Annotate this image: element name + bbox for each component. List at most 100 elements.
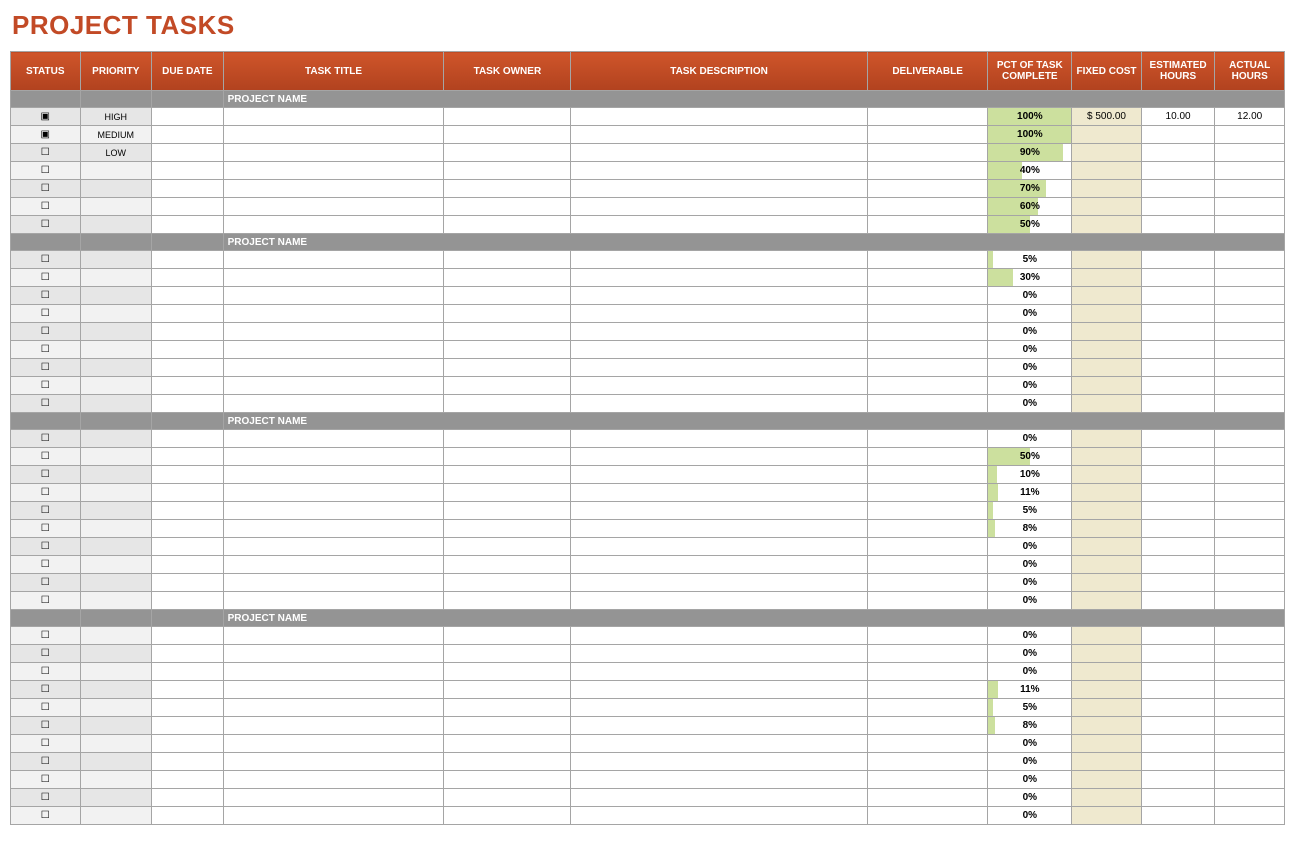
task-description-cell[interactable]	[571, 574, 868, 592]
fixed-cost-cell[interactable]	[1072, 699, 1142, 717]
status-checkbox[interactable]: ☐	[11, 251, 81, 269]
due-date-cell[interactable]	[152, 395, 224, 413]
task-description-cell[interactable]	[571, 144, 868, 162]
deliverable-cell[interactable]	[867, 144, 988, 162]
estimated-hours-cell[interactable]	[1141, 502, 1215, 520]
actual-hours-cell[interactable]	[1215, 162, 1285, 180]
task-description-cell[interactable]	[571, 807, 868, 825]
fixed-cost-cell[interactable]	[1072, 377, 1142, 395]
task-description-cell[interactable]	[571, 287, 868, 305]
fixed-cost-cell[interactable]	[1072, 216, 1142, 234]
task-owner-cell[interactable]	[444, 341, 571, 359]
due-date-cell[interactable]	[152, 627, 224, 645]
priority-cell[interactable]	[80, 359, 152, 377]
due-date-cell[interactable]	[152, 162, 224, 180]
status-checkbox[interactable]: ☐	[11, 448, 81, 466]
due-date-cell[interactable]	[152, 592, 224, 610]
priority-cell[interactable]	[80, 180, 152, 198]
status-checkbox[interactable]: ☐	[11, 377, 81, 395]
estimated-hours-cell[interactable]	[1141, 323, 1215, 341]
fixed-cost-cell[interactable]	[1072, 556, 1142, 574]
task-owner-cell[interactable]	[444, 789, 571, 807]
due-date-cell[interactable]	[152, 484, 224, 502]
fixed-cost-cell[interactable]	[1072, 287, 1142, 305]
priority-cell[interactable]	[80, 645, 152, 663]
deliverable-cell[interactable]	[867, 359, 988, 377]
task-owner-cell[interactable]	[444, 198, 571, 216]
status-checkbox[interactable]: ☐	[11, 717, 81, 735]
task-description-cell[interactable]	[571, 341, 868, 359]
deliverable-cell[interactable]	[867, 430, 988, 448]
actual-hours-cell[interactable]	[1215, 448, 1285, 466]
pct-complete-cell[interactable]: 5%	[988, 699, 1072, 717]
fixed-cost-cell[interactable]	[1072, 538, 1142, 556]
deliverable-cell[interactable]	[867, 448, 988, 466]
due-date-cell[interactable]	[152, 538, 224, 556]
task-description-cell[interactable]	[571, 681, 868, 699]
status-checkbox[interactable]: ☐	[11, 216, 81, 234]
task-description-cell[interactable]	[571, 717, 868, 735]
priority-cell[interactable]	[80, 771, 152, 789]
task-owner-cell[interactable]	[444, 287, 571, 305]
actual-hours-cell[interactable]	[1215, 430, 1285, 448]
due-date-cell[interactable]	[152, 269, 224, 287]
task-owner-cell[interactable]	[444, 699, 571, 717]
task-owner-cell[interactable]	[444, 520, 571, 538]
task-owner-cell[interactable]	[444, 502, 571, 520]
task-owner-cell[interactable]	[444, 323, 571, 341]
fixed-cost-cell[interactable]	[1072, 180, 1142, 198]
priority-cell[interactable]	[80, 717, 152, 735]
deliverable-cell[interactable]	[867, 592, 988, 610]
task-description-cell[interactable]	[571, 359, 868, 377]
deliverable-cell[interactable]	[867, 663, 988, 681]
pct-complete-cell[interactable]: 50%	[988, 216, 1072, 234]
estimated-hours-cell[interactable]	[1141, 717, 1215, 735]
priority-cell[interactable]	[80, 484, 152, 502]
task-title-cell[interactable]	[223, 717, 444, 735]
fixed-cost-cell[interactable]	[1072, 395, 1142, 413]
priority-cell[interactable]	[80, 699, 152, 717]
actual-hours-cell[interactable]	[1215, 198, 1285, 216]
task-description-cell[interactable]	[571, 126, 868, 144]
estimated-hours-cell[interactable]	[1141, 126, 1215, 144]
estimated-hours-cell[interactable]	[1141, 699, 1215, 717]
section-name[interactable]: PROJECT NAME	[223, 234, 1284, 251]
due-date-cell[interactable]	[152, 216, 224, 234]
task-title-cell[interactable]	[223, 771, 444, 789]
deliverable-cell[interactable]	[867, 753, 988, 771]
pct-complete-cell[interactable]: 100%	[988, 108, 1072, 126]
pct-complete-cell[interactable]: 5%	[988, 251, 1072, 269]
deliverable-cell[interactable]	[867, 216, 988, 234]
priority-cell[interactable]	[80, 377, 152, 395]
deliverable-cell[interactable]	[867, 771, 988, 789]
task-description-cell[interactable]	[571, 430, 868, 448]
actual-hours-cell[interactable]: 12.00	[1215, 108, 1285, 126]
actual-hours-cell[interactable]	[1215, 251, 1285, 269]
status-checkbox[interactable]: ☐	[11, 699, 81, 717]
actual-hours-cell[interactable]	[1215, 663, 1285, 681]
deliverable-cell[interactable]	[867, 305, 988, 323]
task-title-cell[interactable]	[223, 681, 444, 699]
fixed-cost-cell[interactable]	[1072, 305, 1142, 323]
fixed-cost-cell[interactable]: $ 500.00	[1072, 108, 1142, 126]
status-checkbox[interactable]: ☐	[11, 771, 81, 789]
deliverable-cell[interactable]	[867, 269, 988, 287]
task-description-cell[interactable]	[571, 180, 868, 198]
pct-complete-cell[interactable]: 0%	[988, 789, 1072, 807]
fixed-cost-cell[interactable]	[1072, 430, 1142, 448]
task-title-cell[interactable]	[223, 699, 444, 717]
priority-cell[interactable]	[80, 502, 152, 520]
task-title-cell[interactable]	[223, 251, 444, 269]
priority-cell[interactable]	[80, 305, 152, 323]
estimated-hours-cell[interactable]	[1141, 162, 1215, 180]
due-date-cell[interactable]	[152, 717, 224, 735]
pct-complete-cell[interactable]: 0%	[988, 807, 1072, 825]
priority-cell[interactable]	[80, 574, 152, 592]
task-owner-cell[interactable]	[444, 627, 571, 645]
estimated-hours-cell[interactable]	[1141, 430, 1215, 448]
deliverable-cell[interactable]	[867, 162, 988, 180]
task-title-cell[interactable]	[223, 341, 444, 359]
task-description-cell[interactable]	[571, 627, 868, 645]
task-title-cell[interactable]	[223, 538, 444, 556]
actual-hours-cell[interactable]	[1215, 341, 1285, 359]
